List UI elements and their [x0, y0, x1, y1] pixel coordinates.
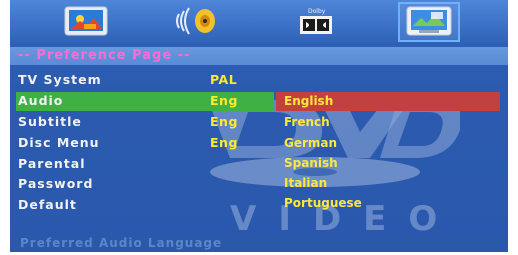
menu-value-audio: Eng [210, 93, 238, 108]
option-portuguese[interactable]: Portuguese [284, 196, 362, 210]
option-german[interactable]: German [284, 136, 337, 150]
page-title: -- Preference Page -- [18, 48, 191, 63]
option-spanish[interactable]: Spanish [284, 156, 338, 170]
option-english[interactable]: English [284, 94, 333, 108]
general-setup-icon[interactable] [62, 4, 110, 38]
option-italian[interactable]: Italian [284, 176, 327, 190]
status-bar: Preferred Audio Language [10, 236, 508, 252]
status-help-text: Preferred Audio Language [20, 236, 223, 250]
menu-item-disc-menu[interactable]: Disc Menu [18, 135, 100, 150]
menu-item-default[interactable]: Default [18, 197, 77, 212]
menu-value-tv-system: PAL [210, 72, 238, 87]
menu-item-audio[interactable]: Audio [18, 93, 63, 108]
option-french[interactable]: French [284, 115, 330, 129]
menu-value-subtitle: Eng [210, 114, 238, 129]
menu-item-parental[interactable]: Parental [18, 156, 86, 171]
page-title-bar: -- Preference Page -- [10, 47, 508, 65]
menu-item-tv-system[interactable]: TV System [18, 72, 102, 87]
menu-value-disc-menu: Eng [210, 135, 238, 150]
setup-icon-bar: Dolby [10, 0, 508, 44]
audio-setup-icon[interactable] [173, 4, 221, 38]
dolby-digital-icon[interactable]: Dolby [292, 4, 340, 38]
svg-text:Dolby: Dolby [308, 8, 326, 15]
menu-item-subtitle[interactable]: Subtitle [18, 114, 82, 129]
dvd-osd-screen: VIDEO Dolby -- Preference Page -- TV Sys… [10, 0, 508, 252]
menu-item-password[interactable]: Password [18, 176, 93, 191]
preference-icon[interactable] [405, 4, 453, 38]
